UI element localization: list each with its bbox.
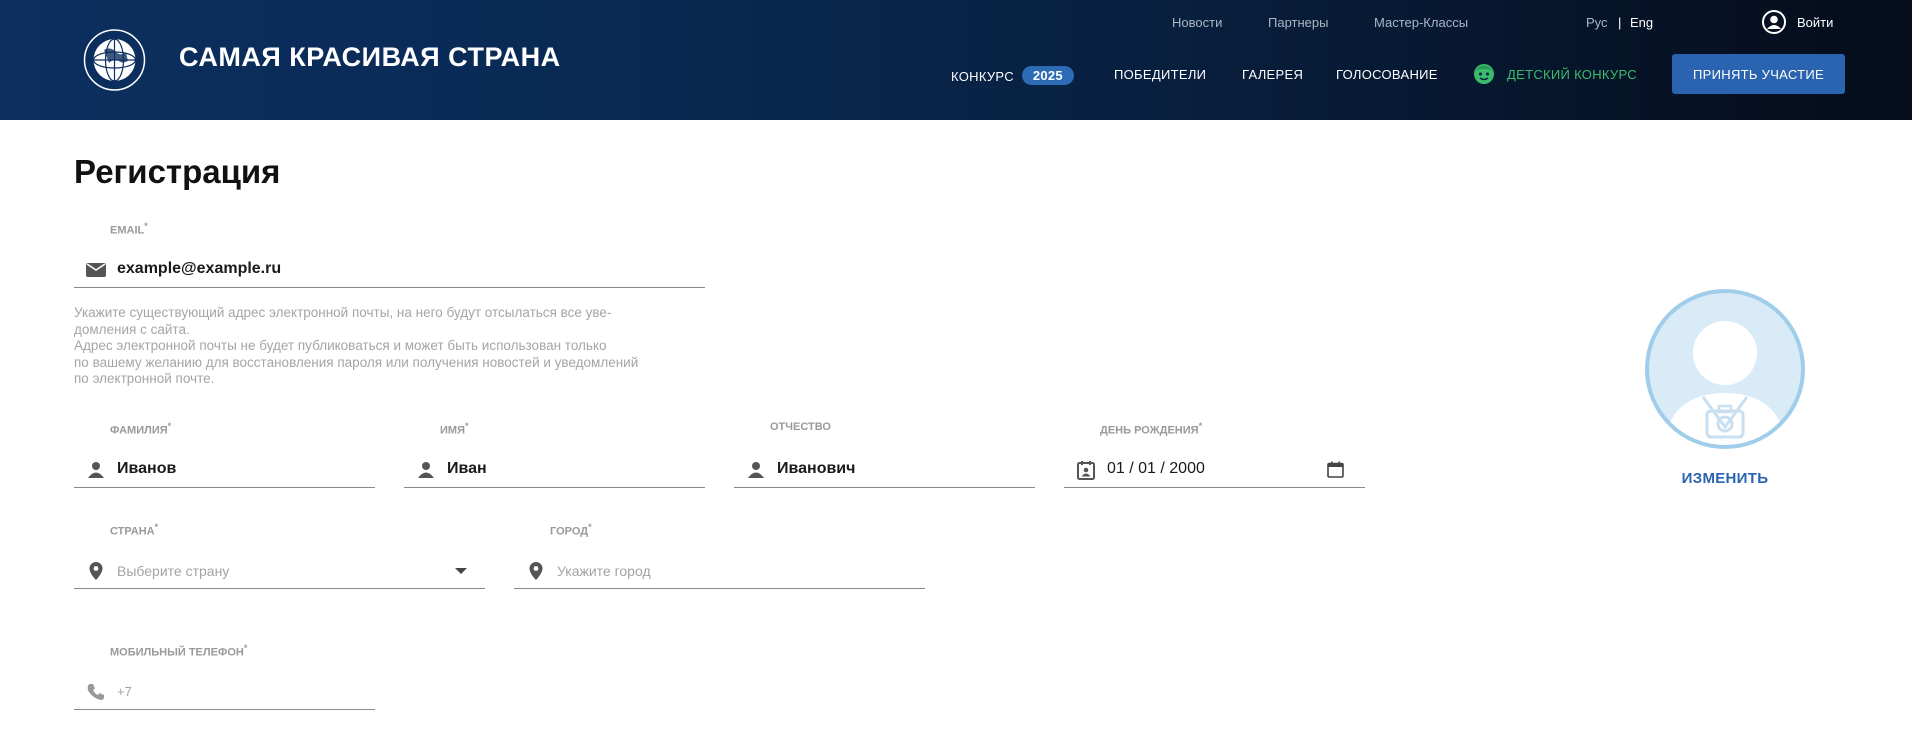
user-circle-icon <box>1762 10 1786 34</box>
person-camera-icon <box>1663 321 1787 445</box>
nav-kids-label: ДЕТСКИЙ КОНКУРС <box>1507 67 1637 82</box>
email-label: EMAIL* <box>110 221 148 237</box>
first-name-label: ИМЯ* <box>440 421 469 437</box>
nav-gallery[interactable]: ГАЛЕРЕЯ <box>1242 67 1303 82</box>
nav-contest[interactable]: КОНКУРС 2025 <box>951 66 1074 86</box>
phone-label: МОБИЛЬНЫЙ ТЕЛЕФОН* <box>110 643 248 659</box>
phone-input[interactable]: +7 <box>117 684 132 699</box>
phone-icon <box>87 684 104 700</box>
location-pin-icon <box>529 562 543 580</box>
lang-en[interactable]: Eng <box>1630 15 1653 30</box>
calendar-person-icon <box>1077 461 1095 480</box>
city-field[interactable]: ГОРОД* Укажите город <box>514 522 925 589</box>
brand-title[interactable]: САМАЯ КРАСИВАЯ СТРАНА <box>179 42 561 73</box>
nav-winners[interactable]: ПОБЕДИТЕЛИ <box>1114 67 1206 82</box>
middle-name-input[interactable]: Иванович <box>777 460 855 478</box>
last-name-input[interactable]: Иванов <box>117 460 176 478</box>
location-pin-icon <box>89 562 103 580</box>
top-link-partners[interactable]: Партнеры <box>1268 15 1328 30</box>
rgo-logo[interactable] <box>74 28 155 92</box>
envelope-icon <box>86 263 106 277</box>
person-icon <box>748 462 764 478</box>
first-name-input[interactable]: Иван <box>447 460 487 478</box>
participate-button[interactable]: ПРИНЯТЬ УЧАСТИЕ <box>1672 54 1845 94</box>
person-icon <box>88 462 104 478</box>
middle-name-field[interactable]: ОТЧЕСТВО Иванович <box>734 421 1035 488</box>
country-label: СТРАНА* <box>110 522 159 538</box>
email-field[interactable]: EMAIL* example@example.ru <box>74 221 705 288</box>
calendar-icon[interactable] <box>1327 461 1344 478</box>
city-input[interactable]: Укажите город <box>557 563 651 579</box>
lang-ru[interactable]: Рус <box>1586 15 1608 30</box>
nav-voting[interactable]: ГОЛОСОВАНИЕ <box>1336 67 1438 82</box>
nav-contest-label: КОНКУРС <box>951 69 1014 84</box>
change-avatar-button[interactable]: ИЗМЕНИТЬ <box>1680 470 1770 487</box>
kid-face-icon <box>1474 64 1494 84</box>
middle-name-label: ОТЧЕСТВО <box>770 421 831 433</box>
last-name-label: ФАМИЛИЯ* <box>110 421 172 437</box>
country-placeholder: Выберите страну <box>117 563 230 579</box>
top-link-masterclasses[interactable]: Мастер-Классы <box>1374 15 1468 30</box>
country-select[interactable]: СТРАНА* Выберите страну <box>74 522 485 589</box>
email-input[interactable]: example@example.ru <box>117 260 281 278</box>
email-help-text: Укажите существующий адрес электронной п… <box>74 305 639 386</box>
dropdown-caret-icon[interactable] <box>454 567 468 575</box>
lang-separator: | <box>1618 15 1622 30</box>
login-label: Войти <box>1797 15 1834 30</box>
login-button[interactable]: Войти <box>1762 10 1836 34</box>
phone-field[interactable]: МОБИЛЬНЫЙ ТЕЛЕФОН* +7 <box>74 643 375 710</box>
contest-year-badge: 2025 <box>1021 66 1074 85</box>
person-icon <box>418 462 434 478</box>
page-title: Регистрация <box>74 153 281 190</box>
top-link-news[interactable]: Новости <box>1172 15 1222 30</box>
birthday-field[interactable]: ДЕНЬ РОЖДЕНИЯ* 01 / 01 / 2000 <box>1064 421 1365 488</box>
site-header: САМАЯ КРАСИВАЯ СТРАНА Новости Партнеры М… <box>0 0 1912 120</box>
first-name-field[interactable]: ИМЯ* Иван <box>404 421 705 488</box>
birthday-label: ДЕНЬ РОЖДЕНИЯ* <box>1100 421 1203 437</box>
avatar-placeholder[interactable] <box>1645 289 1805 449</box>
birthday-input[interactable]: 01 / 01 / 2000 <box>1107 460 1205 478</box>
city-label: ГОРОД* <box>550 522 592 538</box>
last-name-field[interactable]: ФАМИЛИЯ* Иванов <box>74 421 375 488</box>
